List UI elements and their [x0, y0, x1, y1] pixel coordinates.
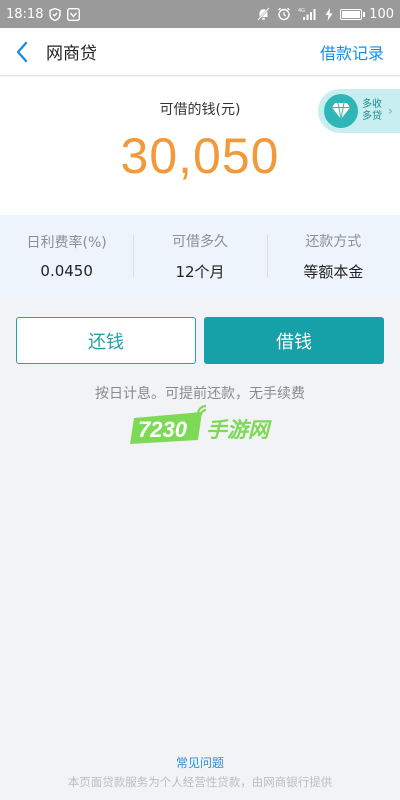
status-bar: 18:18 4G 100 [0, 0, 400, 28]
info-value: 等额本金 [303, 262, 364, 281]
promo-badge[interactable]: 多收多贷 › [318, 89, 400, 133]
download-icon [67, 7, 81, 21]
faq-link[interactable]: 常见问题 [0, 754, 400, 771]
status-time: 18:18 [6, 6, 44, 22]
info-value: 0.0450 [40, 262, 93, 280]
available-amount-card: 可借的钱(元) 30,050 多收多贷 › [0, 77, 400, 215]
info-value: 12个月 [175, 262, 225, 281]
nav-bar: 网商贷 借款记录 [0, 28, 400, 76]
watermark-text: 手游网 [206, 418, 272, 442]
page-title: 网商贷 [46, 44, 97, 64]
diamond-icon [324, 94, 358, 128]
chevron-left-icon [16, 41, 28, 62]
info-label: 可借多久 [171, 233, 228, 250]
signal-icon: 4G [298, 7, 318, 21]
amount-value: 30,050 [120, 128, 280, 184]
loan-info-row: 日利费率(%) 0.0450 可借多久 12个月 还款方式 等额本金 [0, 215, 400, 297]
watermark-number: 7230 [138, 417, 188, 442]
charging-icon [325, 7, 333, 21]
shield-icon [49, 7, 62, 21]
promo-text: 多收多贷 [362, 99, 382, 122]
chevron-right-icon: › [388, 104, 393, 118]
battery-level: 100 [369, 6, 394, 22]
info-label: 还款方式 [305, 233, 362, 250]
info-item-repayment-method: 还款方式 等额本金 [266, 215, 400, 297]
battery-icon [340, 8, 366, 20]
svg-text:4G: 4G [298, 8, 305, 14]
info-item-rate: 日利费率(%) 0.0450 [0, 215, 133, 297]
watermark-logo: 7230 手游网 [130, 404, 272, 444]
mute-bell-icon [257, 7, 270, 21]
borrow-button[interactable]: 借钱 [204, 317, 384, 364]
back-button[interactable] [0, 28, 44, 76]
repay-button[interactable]: 还钱 [16, 317, 196, 364]
alarm-icon [277, 7, 291, 21]
loan-records-link[interactable]: 借款记录 [320, 40, 384, 64]
disclaimer-text: 本页面贷款服务为个人经营性贷款，由网商银行提供 [67, 775, 333, 789]
info-item-term: 可借多久 12个月 [133, 215, 266, 297]
info-label: 日利费率(%) [26, 235, 107, 251]
